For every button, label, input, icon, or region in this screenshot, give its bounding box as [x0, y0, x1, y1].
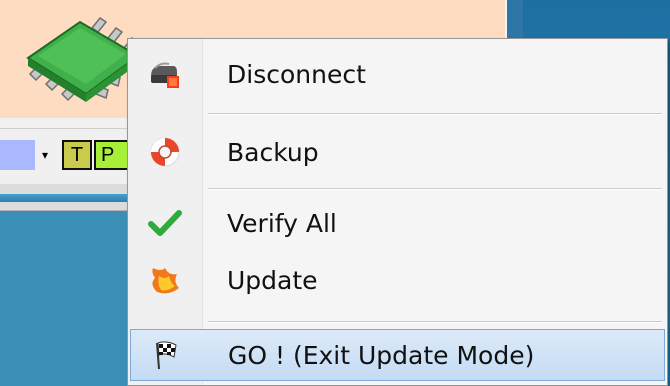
menu-separator — [208, 321, 662, 323]
context-menu: Disconnect Backup Verify All Update GO !… — [127, 38, 668, 386]
toolbar-combobox[interactable] — [0, 140, 35, 170]
chevron-down-icon[interactable]: ▾ — [36, 140, 54, 170]
menu-item-label: Disconnect — [227, 59, 366, 89]
menu-item-verify-all[interactable]: Verify All — [130, 196, 665, 250]
toolbar-button-t[interactable]: T — [62, 140, 92, 170]
checkered-flag-icon — [135, 339, 197, 371]
checkmark-icon — [134, 208, 196, 238]
flame-icon — [134, 262, 196, 298]
disconnect-icon — [134, 58, 196, 90]
menu-item-backup[interactable]: Backup — [130, 125, 665, 179]
menu-item-label: GO ! (Exit Update Mode) — [228, 340, 535, 370]
menu-item-label: Backup — [227, 137, 319, 167]
menu-item-label: Verify All — [227, 208, 337, 238]
menu-item-update[interactable]: Update — [130, 253, 665, 307]
menu-separator — [208, 113, 662, 115]
menu-separator — [208, 188, 662, 190]
menu-item-label: Update — [227, 265, 318, 295]
menu-item-go-exit-update-mode[interactable]: GO ! (Exit Update Mode) — [130, 329, 665, 381]
menu-item-disconnect[interactable]: Disconnect — [130, 47, 665, 101]
lifebuoy-icon — [134, 135, 196, 169]
